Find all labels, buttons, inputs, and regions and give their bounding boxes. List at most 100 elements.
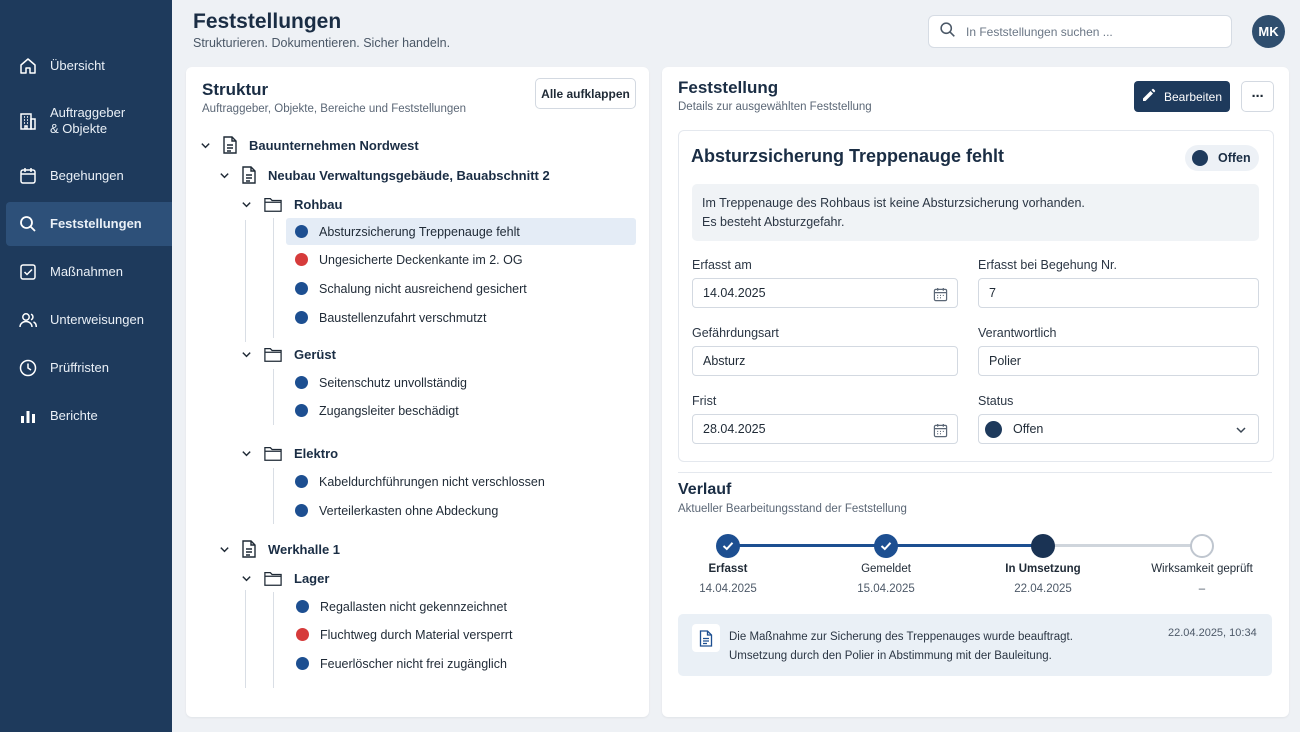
expand-all-button[interactable]: Alle aufklappen	[535, 78, 636, 109]
finding-item[interactable]: Schalung nicht ausreichend gesichert	[286, 275, 527, 302]
chevron-down-icon[interactable]	[240, 348, 252, 360]
frist-label: Frist	[692, 394, 717, 408]
tree-object-label: Neubau Verwaltungsgebäude, Bauabschnitt …	[268, 167, 550, 183]
tree-object[interactable]: Werkhalle 1	[218, 540, 340, 558]
finding-item[interactable]: Regallasten nicht gekennzeichnet	[287, 593, 507, 620]
step-label: Erfasst	[708, 563, 748, 575]
sidebar-item-berichte[interactable]: Berichte	[0, 394, 172, 438]
page-title: Feststellungen	[193, 10, 342, 33]
calendar-icon[interactable]	[932, 286, 948, 302]
sidebar-item-auftraggeber[interactable]: Auftraggeber & Objekte	[0, 92, 172, 150]
sidebar-item-begehungen[interactable]: Begehungen	[0, 154, 172, 198]
chevron-down-icon[interactable]	[240, 198, 252, 210]
document-icon	[240, 166, 258, 184]
finding-item[interactable]: Verteilerkasten ohne Abdeckung	[286, 497, 498, 524]
finding-label: Regallasten nicht gekennzeichnet	[320, 599, 507, 614]
note-line: Die Maßnahme zur Sicherung des Treppenau…	[729, 631, 1073, 643]
finding-item[interactable]: Zugangsleiter beschädigt	[286, 397, 459, 424]
gefaehrdungsart-field[interactable]: Absturz	[692, 346, 958, 376]
status-label: Status	[978, 394, 1014, 408]
tree-area[interactable]: Lager	[240, 569, 329, 587]
status-badge-label: Offen	[1218, 151, 1251, 165]
bar-chart-icon	[18, 406, 38, 426]
step-date: 15.04.2025	[857, 583, 915, 595]
sidebar-item-massnahmen[interactable]: Maßnahmen	[0, 250, 172, 294]
tree-area[interactable]: Gerüst	[240, 345, 336, 363]
finding-item[interactable]: Feuerlöscher nicht frei zugänglich	[287, 650, 507, 677]
search-icon	[18, 214, 38, 234]
sidebar-item-label: Auftraggeber & Objekte	[50, 105, 126, 136]
chevron-down-icon[interactable]	[199, 139, 211, 151]
erfasst-am-field[interactable]: 14.04.2025	[692, 278, 958, 308]
finding-item[interactable]: Absturzsicherung Treppenauge fehlt	[286, 218, 636, 245]
finding-label: Absturzsicherung Treppenauge fehlt	[319, 224, 520, 239]
calendar-icon[interactable]	[932, 422, 948, 438]
tree-client[interactable]: Bauunternehmen Nordwest	[199, 136, 419, 154]
tree-client-label: Bauunternehmen Nordwest	[249, 137, 419, 153]
chevron-down-icon[interactable]	[1233, 422, 1249, 438]
tree-area[interactable]: Elektro	[240, 444, 338, 462]
home-icon	[18, 56, 38, 76]
folder-icon	[264, 345, 282, 363]
finding-label: Ungesicherte Deckenkante im 2. OG	[319, 252, 523, 267]
tree-guide-line	[273, 592, 274, 688]
step-date: –	[1198, 583, 1206, 595]
search-icon	[939, 21, 956, 43]
document-icon	[221, 136, 239, 154]
finding-title: Absturzsicherung Treppenauge fehlt	[691, 146, 1005, 166]
edit-button[interactable]: Bearbeiten	[1134, 81, 1230, 112]
status-dot	[295, 225, 308, 238]
status-dot	[295, 311, 308, 324]
chevron-down-icon[interactable]	[218, 169, 230, 181]
edit-button-label: Bearbeiten	[1163, 89, 1223, 104]
finding-item[interactable]: Ungesicherte Deckenkante im 2. OG	[286, 246, 523, 273]
note-line: Umsetzung durch den Polier in Abstimmung…	[729, 650, 1052, 662]
sidebar-item-prueffristen[interactable]: Prüffristen	[0, 346, 172, 390]
calendar-icon	[18, 166, 38, 186]
search-box[interactable]	[928, 15, 1232, 48]
sidebar-item-unterweisungen[interactable]: Unterweisungen	[0, 298, 172, 342]
divider	[678, 472, 1272, 473]
step-current-icon	[1031, 534, 1055, 558]
more-options-button[interactable]: ···	[1241, 81, 1274, 112]
tree-guide-line	[245, 590, 246, 688]
finding-label: Schalung nicht ausreichend gesichert	[319, 281, 527, 296]
sidebar-item-label: Prüffristen	[50, 360, 110, 375]
avatar[interactable]: MK	[1252, 15, 1285, 48]
chevron-down-icon[interactable]	[240, 447, 252, 459]
step-label: Wirksamkeit geprüft	[1151, 563, 1253, 575]
finding-label: Kabeldurchführungen nicht verschlossen	[319, 474, 545, 489]
tree-guide-line	[273, 369, 274, 425]
chevron-down-icon[interactable]	[218, 543, 230, 555]
erfasst-am-value: 14.04.2025	[703, 286, 766, 300]
structure-title: Struktur	[202, 80, 269, 99]
frist-field[interactable]: 28.04.2025	[692, 414, 958, 444]
folder-icon	[264, 195, 282, 213]
status-dot	[295, 253, 308, 266]
tree-area[interactable]: Rohbau	[240, 195, 342, 213]
finding-item[interactable]: Fluchtweg durch Material versperrt	[287, 621, 512, 648]
sidebar-item-feststellungen[interactable]: Feststellungen	[6, 202, 172, 246]
tree-guide-line	[273, 468, 274, 524]
sidebar-item-label: Maßnahmen	[50, 264, 123, 279]
chevron-down-icon[interactable]	[240, 572, 252, 584]
sidebar-item-uebersicht[interactable]: Übersicht	[0, 44, 172, 88]
document-icon	[240, 540, 258, 558]
step-date: 14.04.2025	[699, 583, 757, 595]
tree-object[interactable]: Neubau Verwaltungsgebäude, Bauabschnitt …	[218, 166, 550, 184]
structure-subtitle: Auftraggeber, Objekte, Bereiche und Fest…	[202, 103, 467, 115]
begehung-field[interactable]: 7	[978, 278, 1259, 308]
checkbox-icon	[18, 262, 38, 282]
verantwortlich-field[interactable]: Polier	[978, 346, 1259, 376]
finding-label: Baustellenzufahrt verschmutzt	[319, 310, 487, 325]
page-subtitle: Strukturieren. Dokumentieren. Sicher han…	[193, 36, 451, 50]
finding-item[interactable]: Kabeldurchführungen nicht verschlossen	[286, 468, 545, 495]
finding-item[interactable]: Baustellenzufahrt verschmutzt	[286, 304, 486, 331]
finding-label: Fluchtweg durch Material versperrt	[320, 627, 513, 642]
finding-item[interactable]: Seitenschutz unvollständig	[286, 369, 467, 396]
status-dot	[295, 504, 308, 517]
sidebar: Übersicht Auftraggeber & Objekte Begehun…	[0, 0, 172, 732]
search-input[interactable]	[966, 24, 1216, 39]
status-select[interactable]: Offen	[978, 414, 1259, 444]
tree-object-label: Werkhalle 1	[268, 541, 341, 557]
